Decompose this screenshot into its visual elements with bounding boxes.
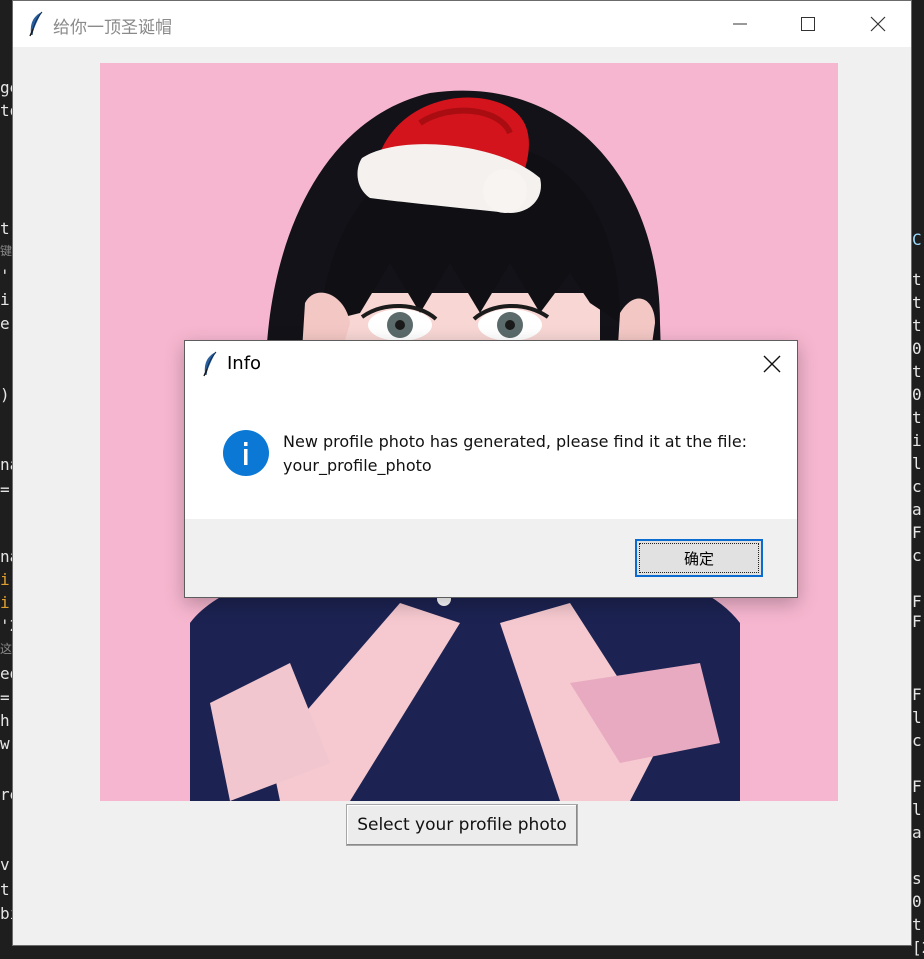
window-title: 给你一顶圣诞帽	[53, 18, 172, 38]
minimize-icon	[733, 23, 747, 25]
maximize-button[interactable]	[785, 1, 831, 47]
code-fragment: s	[912, 869, 922, 888]
code-fragment: t	[0, 219, 10, 238]
code-fragment: 键	[0, 244, 12, 258]
code-fragment: '2	[0, 616, 12, 635]
code-fragment: t	[912, 915, 922, 934]
close-icon	[870, 16, 886, 32]
dialog-message: New profile photo has generated, please …	[283, 430, 783, 478]
code-fragment: 0	[912, 385, 922, 404]
code-fragment: na	[0, 455, 12, 474]
code-fragment: =	[0, 480, 10, 499]
minimize-button[interactable]	[717, 1, 763, 47]
dialog-message-line: your_profile_photo	[283, 456, 432, 475]
code-fragment: F	[912, 685, 922, 704]
code-fragment: ed	[0, 664, 12, 683]
code-fragment: t	[0, 880, 10, 899]
code-fragment: ge	[0, 78, 12, 97]
code-fragment: t	[912, 362, 922, 381]
close-icon	[763, 355, 781, 373]
feather-icon	[201, 351, 219, 377]
ok-button[interactable]: 确定	[635, 539, 763, 577]
code-fragment: i	[912, 431, 922, 450]
dialog-close-button[interactable]	[753, 345, 791, 383]
close-button[interactable]	[855, 1, 901, 47]
code-fragment: i	[0, 290, 10, 309]
code-fragment: c	[912, 731, 922, 750]
info-dialog: Info New profile photo has generated, pl…	[184, 340, 798, 598]
code-fragment: a	[912, 823, 922, 842]
code-fragment: c	[912, 477, 922, 496]
title-bar[interactable]: 给你一顶圣诞帽	[13, 1, 911, 47]
maximize-icon	[801, 17, 815, 31]
code-fragment: re	[0, 785, 12, 804]
code-fragment: v	[0, 855, 10, 874]
code-fragment: w	[0, 734, 10, 753]
dialog-title: Info	[227, 353, 262, 374]
code-fragment: t	[912, 408, 922, 427]
info-icon	[223, 430, 269, 476]
code-fragment: F	[912, 523, 922, 542]
feather-icon	[27, 11, 45, 37]
dialog-footer: 确定	[185, 519, 797, 597]
code-fragment: =	[0, 688, 10, 707]
dialog-message-line: New profile photo has generated, please …	[283, 432, 748, 451]
background-editor-right: C t t t 0 t 0 t i l c a F c F F F l c F …	[912, 0, 924, 959]
code-fragment: C	[912, 230, 922, 249]
code-fragment: [20	[912, 938, 924, 957]
code-fragment: t	[912, 270, 922, 289]
code-fragment: e	[0, 314, 10, 333]
code-fragment: h	[0, 711, 10, 730]
code-fragment: a	[912, 500, 922, 519]
code-fragment: F	[912, 612, 922, 631]
code-fragment: i	[0, 570, 10, 589]
code-fragment: bi	[0, 904, 12, 923]
select-profile-photo-button[interactable]: Select your profile photo	[346, 804, 578, 846]
code-fragment: l	[912, 800, 922, 819]
code-fragment: l	[912, 708, 922, 727]
code-fragment: to	[0, 101, 12, 120]
code-fragment: i	[0, 593, 10, 612]
code-fragment: 这	[0, 642, 12, 656]
code-fragment: na	[0, 547, 12, 566]
code-fragment: 0	[912, 339, 922, 358]
code-fragment: c	[912, 546, 922, 565]
code-fragment: '	[0, 266, 10, 285]
code-fragment: t	[912, 293, 922, 312]
code-fragment: )	[0, 385, 10, 404]
code-fragment: t	[912, 316, 922, 335]
code-fragment: F	[912, 777, 922, 796]
code-fragment: l	[912, 454, 922, 473]
background-editor-left: ge to t 键 ' i e ) na = na i i '2 这 ed = …	[0, 0, 12, 959]
code-fragment: 0	[912, 892, 922, 911]
